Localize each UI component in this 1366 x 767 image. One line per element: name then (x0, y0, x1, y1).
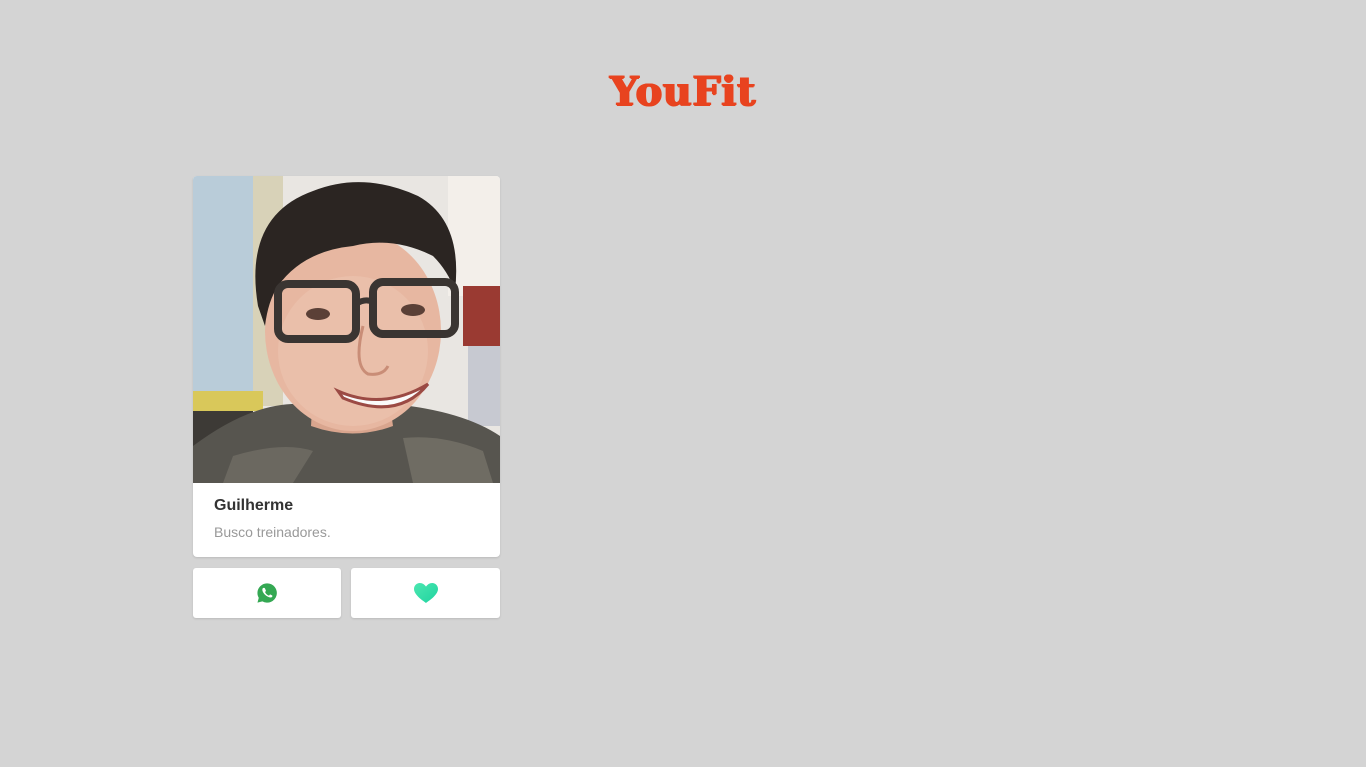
page: YouFit Guilherme Busco treinadores. (0, 0, 1366, 767)
heart-icon (413, 583, 438, 603)
profile-bio: Busco treinadores. (214, 524, 331, 540)
profile-photo (193, 176, 500, 483)
profile-card: Guilherme Busco treinadores. (193, 176, 500, 557)
youfit-logo: YouFit (610, 68, 756, 115)
whatsapp-button[interactable] (193, 568, 341, 618)
whatsapp-icon (257, 583, 277, 603)
like-button[interactable] (351, 568, 500, 618)
profile-name: Guilherme (214, 497, 294, 514)
